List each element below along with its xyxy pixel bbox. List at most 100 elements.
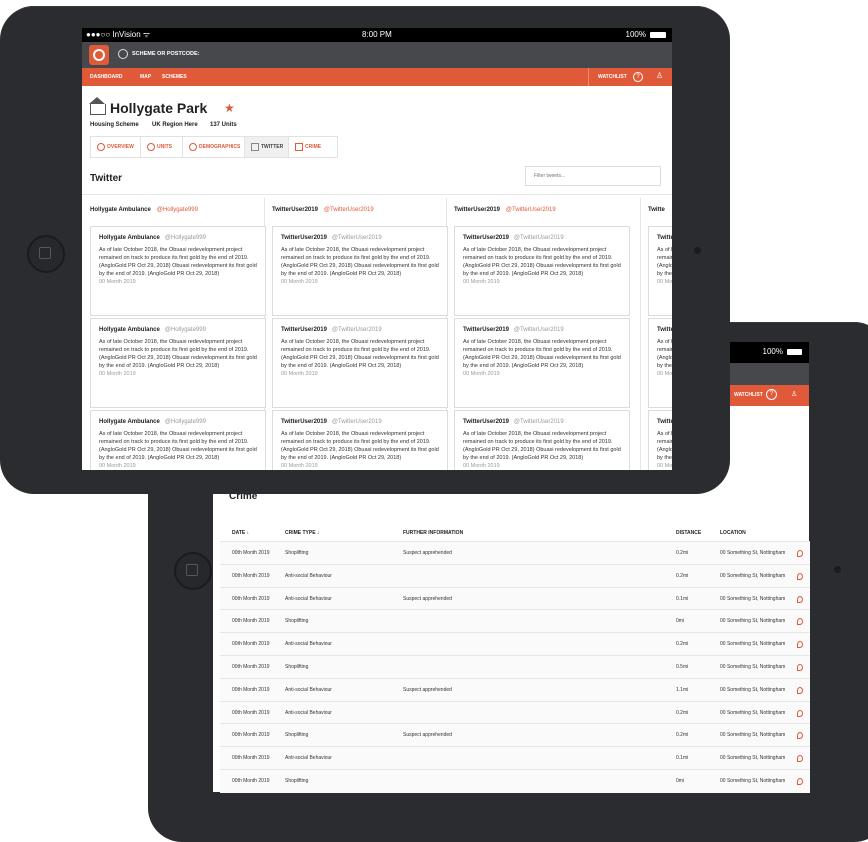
tweet-text: As of late October 2018, the Obuasi rede… [281,339,439,369]
location-pin-icon[interactable] [797,618,803,626]
tweet-date: 00 Month 2019 [657,279,672,285]
crime-further-info: Suspect apprehended [403,686,452,693]
tweet-card[interactable]: Twitte As of late October 2018, the Obuas… [648,226,672,316]
crime-distance: 0.5mi [676,664,689,670]
header-distance: DISTANCE [676,530,702,536]
tweet-card[interactable]: Hollygate Ambulance @Hollygate999 As of la… [90,410,266,470]
tweet-card[interactable]: TwitterUser2019 @TwitterUser2019 As of lat… [272,226,448,316]
tweet-author-handle[interactable]: @TwitterUser2019 [514,419,564,425]
location-pin-icon[interactable] [797,686,803,694]
tweet-card[interactable]: Twitte As of late October 2018, the Obuas… [648,318,672,408]
crime-table-row[interactable]: 00th Month 2019 Shoplifting Suspect appreh… [220,541,810,565]
tweet-card[interactable]: Hollygate Ambulance @Hollygate999 As of la… [90,318,266,408]
column-user-name: Hollygate Ambulance [90,207,151,213]
crime-location: 00 Something St, Nottingham [720,709,786,716]
crime-date: 00th Month 2019 [232,732,270,739]
front-home-button[interactable] [174,552,212,590]
tweet-card[interactable]: TwitterUser2019 @TwitterUser2019 As of lat… [454,318,630,408]
tweet-author-name: TwitterUser2019 [281,327,327,333]
tweet-author: Twitte [657,419,672,425]
tweet-author-handle[interactable]: @TwitterUser2019 [332,327,382,333]
tweet-author-handle[interactable]: @TwitterUser2019 [514,327,564,333]
tweet-card[interactable]: TwitterUser2019 @TwitterUser2019 As of lat… [454,410,630,470]
front-help-icon[interactable]: ? [766,389,777,400]
tweet-date: 00 Month 2019 [463,279,500,285]
tweet-card[interactable]: TwitterUser2019 @TwitterUser2019 As of lat… [272,410,448,470]
tweet-author: TwitterUser2019 @TwitterUser2019 [281,327,439,333]
tweet-author-handle[interactable]: @TwitterUser2019 [514,235,564,241]
tweet-author-handle[interactable]: @Hollygate999 [165,235,206,241]
tweet-date: 00 Month 2019 [281,371,318,377]
crime-type: Shoplifting [285,732,309,739]
header-date[interactable]: DATE ↓ [232,530,249,536]
tweet-author: TwitterUser2019 @TwitterUser2019 [281,419,439,425]
location-pin-icon[interactable] [797,732,803,740]
crime-location: 00 Something St, Nottingham [720,778,786,784]
tweet-column-header[interactable]: Hollygate Ambulance @Hollygate999 [90,207,198,213]
crime-table-row[interactable]: 00th Month 2019 Shoplifting Suspect appreh… [220,723,810,748]
tweet-column-header[interactable]: TwitterUser2019 @TwitterUser2019 [272,207,374,213]
crime-table-row[interactable]: 00th Month 2019 Anti-social Behaviour Susp… [220,677,810,702]
location-pin-icon[interactable] [797,755,803,763]
column-user-name: TwitterUser2019 [272,207,318,213]
tweet-author-name: TwitterUser2019 [281,419,327,425]
tweet-date: 00 Month 2019 [281,463,318,469]
crime-distance: 0.2mi [676,572,689,579]
tweet-text: As of late October 2018, the Obuasi rede… [463,247,621,277]
crime-distance: 1.1mi [676,686,689,693]
header-crime-type[interactable]: CRIME TYPE ↓ [285,530,319,536]
crime-table-row[interactable]: 00th Month 2019 Shoplifting 0mi 00 Somethin… [220,769,810,793]
crime-distance: 0.1mi [676,595,689,602]
tweet-date: 00 Month 2019 [99,463,136,469]
tweet-column-header[interactable]: Twitte [648,207,671,213]
crime-date: 00th Month 2019 [232,709,270,716]
location-pin-icon[interactable] [797,550,803,557]
tweet-author-handle[interactable]: @Hollygate999 [165,327,206,333]
back-home-button[interactable] [27,235,65,273]
column-user-handle[interactable]: @TwitterUser2019 [506,207,556,213]
location-pin-icon[interactable] [797,595,803,603]
tweet-card[interactable]: Twitte As of late October 2018, the Obuas… [648,410,672,470]
column-user-handle[interactable]: @Hollygate999 [157,207,198,213]
crime-location: 00 Something St, Nottingham [720,755,786,762]
tweet-text: As of late October 2018, the Obuasi rede… [281,431,439,461]
crime-table-row[interactable]: 00th Month 2019 Anti-social Behaviour 0.1m… [220,746,810,771]
tweet-card[interactable]: Hollygate Ambulance @Hollygate999 As of la… [90,226,266,316]
tweet-author-handle[interactable]: @TwitterUser2019 [332,419,382,425]
location-pin-icon[interactable] [797,778,803,785]
front-user-icon[interactable]: ♙ [791,390,797,398]
tweet-author: Twitte [657,327,672,333]
crime-type: Anti-social Behaviour [285,686,332,693]
tweet-author-name: Twitte [657,327,672,333]
location-pin-icon[interactable] [797,709,803,717]
front-watchlist-link[interactable]: WATCHLIST [734,392,763,398]
tweet-column-header[interactable]: TwitterUser2019 @TwitterUser2019 [454,207,556,213]
location-pin-icon[interactable] [797,572,803,580]
crime-table-row[interactable]: 00th Month 2019 Anti-social Behaviour 0.2m… [220,700,810,725]
crime-table-row[interactable]: 00th Month 2019 Shoplifting 0.5mi 00 Someth… [220,655,810,679]
location-pin-icon[interactable] [797,664,803,671]
crime-further-info: Suspect apprehended [403,595,452,602]
crime-table-row[interactable]: 00th Month 2019 Anti-social Behaviour 0.2m… [220,632,810,657]
crime-further-info: Suspect apprehended [403,550,452,556]
tweet-author-handle[interactable]: @TwitterUser2019 [332,235,382,241]
crime-distance: 0mi [676,778,685,784]
header-location: LOCATION [720,530,746,536]
column-user-handle[interactable]: @TwitterUser2019 [324,207,374,213]
crime-type: Anti-social Behaviour [285,572,332,579]
tweet-card[interactable]: TwitterUser2019 @TwitterUser2019 As of lat… [272,318,448,408]
tweet-author-handle[interactable]: @Hollygate999 [165,419,206,425]
crime-table-row[interactable]: 00th Month 2019 Anti-social Behaviour 0.2m… [220,563,810,588]
tweet-text: As of late October 2018, the Obuasi rede… [463,431,621,461]
crime-date: 00th Month 2019 [232,686,270,693]
crime-date: 00th Month 2019 [232,595,270,602]
location-pin-icon[interactable] [797,641,803,649]
crime-table-row[interactable]: 00th Month 2019 Shoplifting 0mi 00 Somethin… [220,609,810,634]
crime-table-row[interactable]: 00th Month 2019 Anti-social Behaviour Susp… [220,586,810,611]
tweet-card[interactable]: TwitterUser2019 @TwitterUser2019 As of lat… [454,226,630,316]
crime-location: 00 Something St, Nottingham [720,664,786,670]
tweet-author-name: Twitte [657,419,672,425]
tweet-text: As of late October 2018, the Obuasi rede… [657,339,672,369]
crime-type: Shoplifting [285,778,309,784]
tweet-author-name: Hollygate Ambulance [99,419,160,425]
